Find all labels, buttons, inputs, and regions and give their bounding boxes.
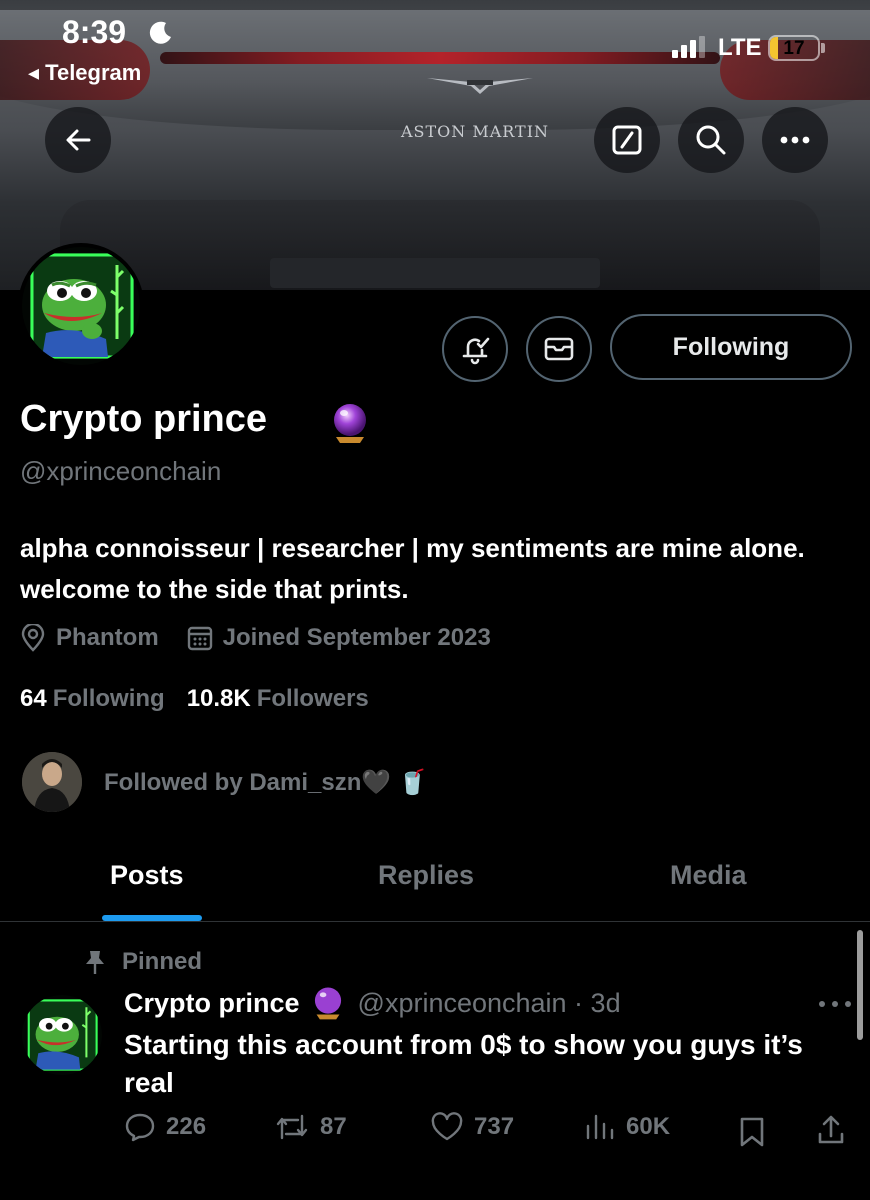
post-author-name[interactable]: Crypto prince <box>124 988 300 1019</box>
message-button[interactable] <box>526 316 592 382</box>
following-label: Following <box>52 685 165 712</box>
repost-count: 87 <box>320 1113 347 1140</box>
edit-icon <box>612 125 642 155</box>
profile-joined-date: Joined September 2023 <box>222 624 491 651</box>
profile-tabs: Posts Replies Media <box>0 846 870 922</box>
signal-icon <box>672 36 705 58</box>
profile-handle: @xprinceonchain <box>20 456 222 486</box>
following-count: 64 <box>20 685 47 712</box>
like-count: 737 <box>474 1113 515 1140</box>
followed-by-row[interactable]: Followed by Dami_szn🖤 🥤 <box>22 752 428 812</box>
crystal-ball-icon <box>314 987 341 1020</box>
repost-icon <box>276 1114 308 1140</box>
tab-replies[interactable]: Replies <box>378 860 474 891</box>
post-actions: 226 87 737 60K <box>124 1112 854 1152</box>
profile-location: Phantom <box>56 624 159 651</box>
post-text: Starting this account from 0$ to show yo… <box>124 1029 803 1098</box>
profile-display-name: Crypto prince <box>20 398 268 440</box>
views-chart-icon <box>586 1114 614 1140</box>
banner-brand-text: ASTON MARTIN <box>400 122 550 141</box>
bell-check-icon <box>462 337 490 365</box>
followed-by-text: Followed by Dami_szn🖤 🥤 <box>104 768 428 796</box>
profile-bio: alpha connoisseur | researcher | my sent… <box>20 533 805 604</box>
notifications-button[interactable] <box>442 316 508 382</box>
location-icon <box>21 624 45 652</box>
following-button[interactable]: Following <box>610 314 852 380</box>
profile-counts: 64 Following 10.8K Followers <box>20 685 369 713</box>
repost-button[interactable]: 87 <box>274 1112 347 1142</box>
post-author-handle-time[interactable]: @xprinceonchain · 3d <box>358 988 621 1019</box>
mail-icon <box>544 337 574 361</box>
aston-martin-wings-logo <box>427 78 533 94</box>
back-button[interactable] <box>45 107 111 173</box>
active-tab-indicator <box>102 915 202 921</box>
more-icon <box>780 136 810 144</box>
bookmark-icon[interactable] <box>738 1116 766 1148</box>
battery-tip <box>821 43 825 53</box>
pepe-avatar-small-image <box>22 995 102 1075</box>
back-arrow-icon <box>66 129 91 151</box>
crystal-ball-icon <box>334 404 366 443</box>
scrollbar[interactable] <box>857 930 863 1040</box>
network-type: LTE <box>718 34 762 61</box>
moon-icon <box>149 21 171 44</box>
more-button[interactable] <box>762 107 828 173</box>
status-time: 8:39 <box>62 14 127 50</box>
reply-icon <box>125 1113 155 1142</box>
reply-count: 226 <box>166 1113 207 1140</box>
following-count-link[interactable]: 64 Following <box>20 685 165 713</box>
views-count: 60K <box>626 1113 671 1140</box>
followers-count: 10.8K <box>186 685 251 712</box>
pin-icon <box>86 951 104 974</box>
post-more-icon[interactable] <box>818 996 852 1012</box>
share-icon[interactable] <box>816 1114 846 1146</box>
pinned-indicator: Pinned <box>84 948 202 976</box>
reply-button[interactable]: 226 <box>124 1112 206 1142</box>
mutual-avatar-image <box>22 752 82 812</box>
like-button[interactable]: 737 <box>430 1112 514 1142</box>
mutual-avatar <box>22 752 82 812</box>
battery-icon: 17 <box>768 35 820 61</box>
battery-level: 17 <box>783 38 805 59</box>
followers-count-link[interactable]: 10.8K Followers <box>187 685 369 713</box>
post-header: Crypto prince @xprinceonchain · 3d <box>124 985 621 1021</box>
banner-taillight-bar <box>160 52 720 64</box>
views-button[interactable]: 60K <box>584 1112 670 1142</box>
followers-label: Followers <box>256 685 369 712</box>
search-icon <box>696 125 726 155</box>
calendar-icon <box>187 626 212 651</box>
profile-meta: Phantom Joined September 2023 <box>20 622 491 654</box>
back-to-telegram-link[interactable]: ◂ Telegram <box>28 60 141 86</box>
edit-button[interactable] <box>594 107 660 173</box>
pinned-label: Pinned <box>122 948 203 975</box>
heart-icon <box>431 1112 463 1141</box>
tab-posts[interactable]: Posts <box>110 860 184 891</box>
post-author-avatar[interactable] <box>22 995 102 1075</box>
profile-avatar[interactable] <box>18 243 144 369</box>
pepe-avatar-image <box>22 247 140 365</box>
tab-media[interactable]: Media <box>670 860 747 891</box>
banner-plate <box>270 258 600 288</box>
search-button[interactable] <box>678 107 744 173</box>
